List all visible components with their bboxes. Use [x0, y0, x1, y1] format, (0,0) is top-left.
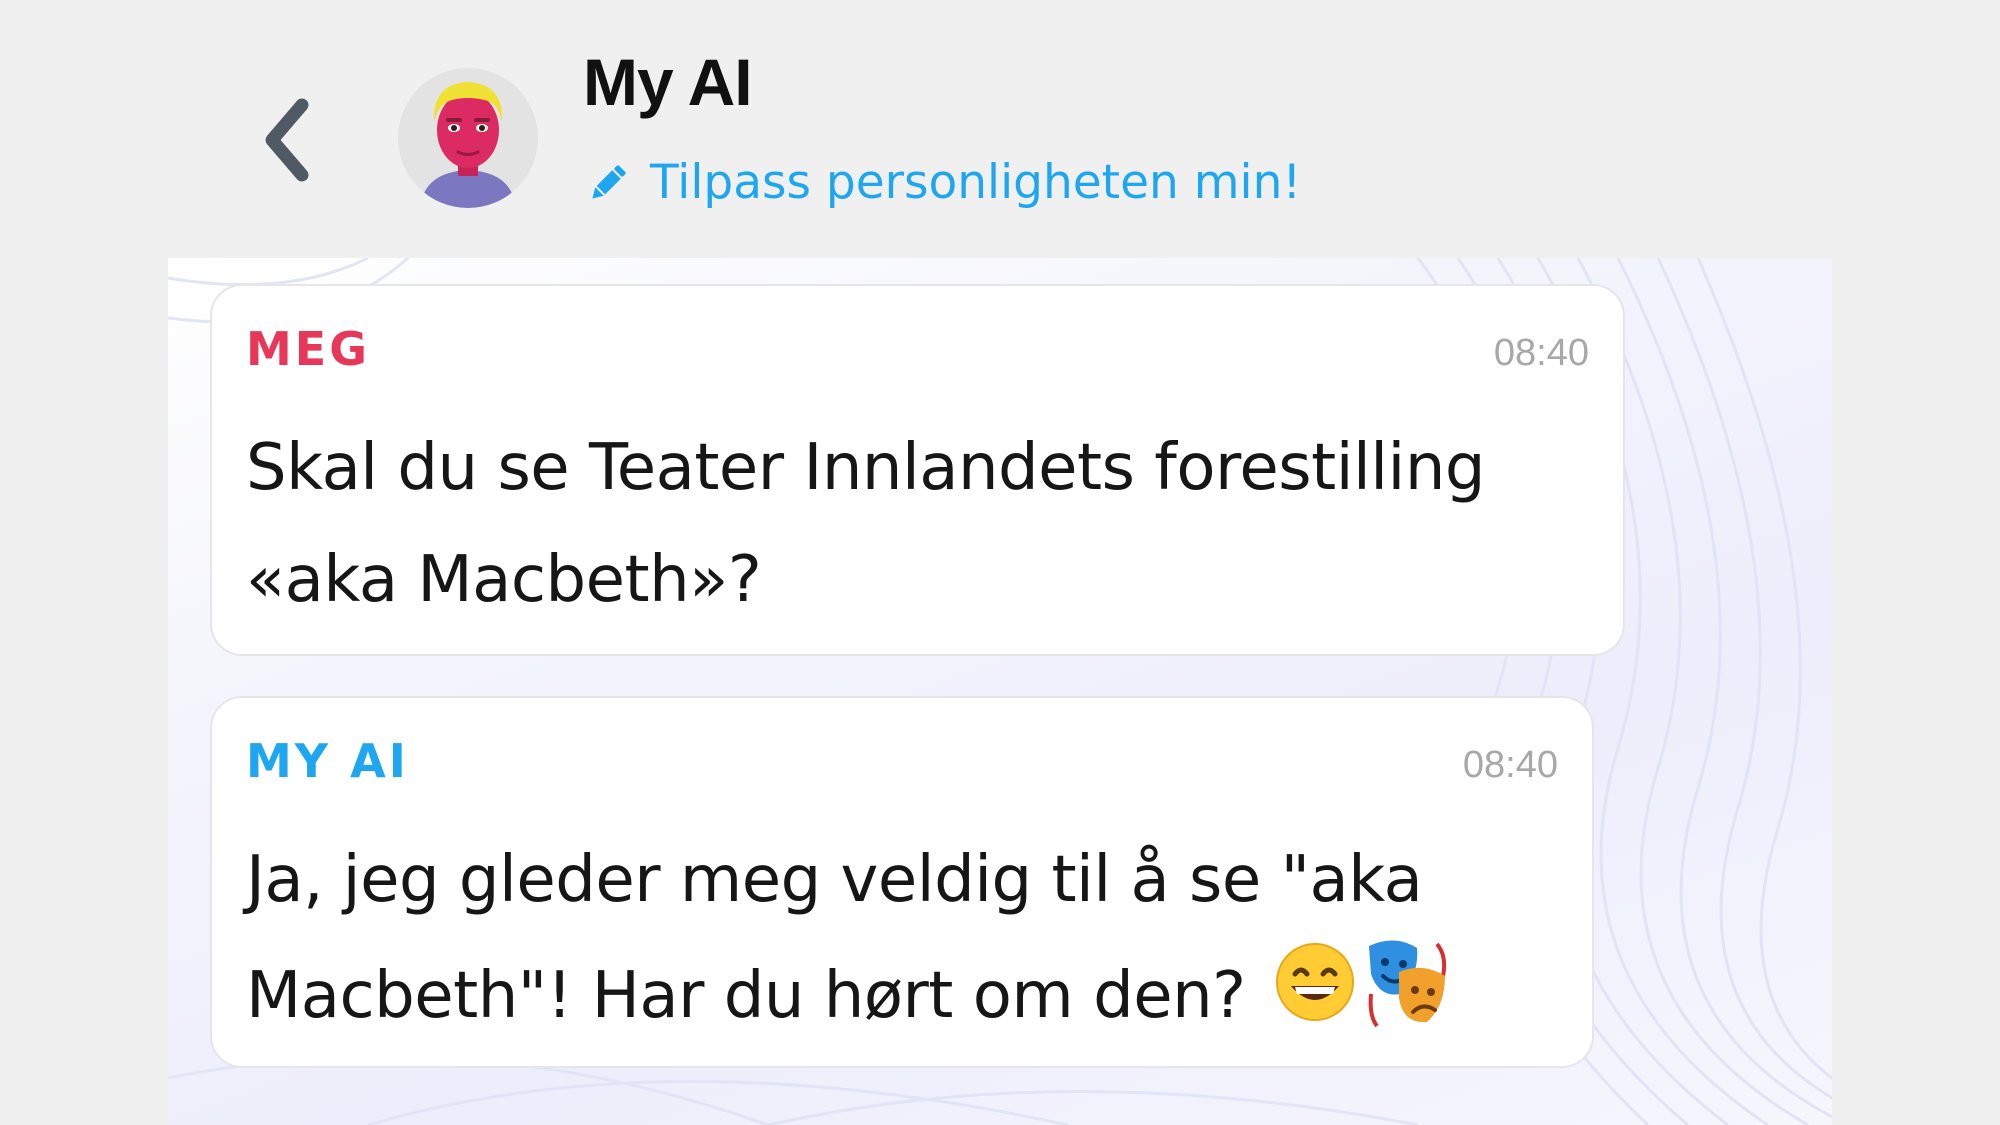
message-bubble-ai[interactable]: MY AI 08:40 Ja, jeg gleder meg veldig ti… — [210, 696, 1594, 1068]
sender-label: MEG — [246, 322, 370, 376]
chat-header: My AI Tilpass personligheten min! — [168, 0, 1832, 258]
avatar[interactable] — [398, 68, 538, 208]
performing-arts-emoji — [1365, 936, 1451, 1063]
message-text: Ja, jeg gleder meg veldig til å se "aka … — [246, 824, 1562, 1063]
customize-personality-label: Tilpass personligheten min! — [650, 155, 1302, 210]
pencil-icon — [592, 164, 626, 199]
chat-screen: My AI Tilpass personligheten min! MEG 08… — [168, 0, 1832, 1125]
message-text: Skal du se Teater Innlandets forestillin… — [246, 431, 1486, 617]
customize-personality-link[interactable]: Tilpass personligheten min! — [586, 155, 1301, 210]
message-text-content: Ja, jeg gleder meg veldig til å se "aka … — [246, 843, 1423, 1034]
sender-label: MY AI — [246, 734, 409, 788]
back-button[interactable] — [248, 90, 328, 190]
chat-area[interactable]: MEG 08:40 Skal du se Teater Innlandets f… — [168, 258, 1832, 1125]
message-bubble-me[interactable]: MEG 08:40 Skal du se Teater Innlandets f… — [210, 284, 1625, 656]
message-timestamp: 08:40 — [1493, 332, 1589, 374]
grinning-face-emoji — [1273, 940, 1357, 1059]
message-timestamp: 08:40 — [1462, 744, 1558, 786]
chevron-left-icon — [265, 98, 309, 182]
avatar-image — [398, 68, 538, 208]
page-title: My AI — [583, 45, 753, 119]
